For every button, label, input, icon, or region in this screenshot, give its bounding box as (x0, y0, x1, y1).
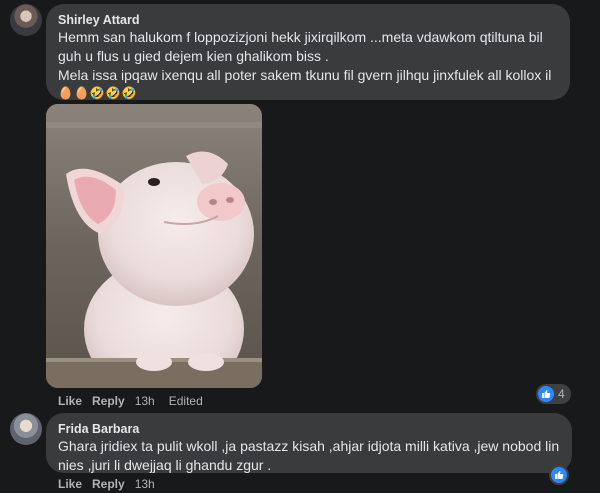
avatar[interactable] (10, 413, 42, 445)
comment-line: Mela issa ipqaw ixenqu all poter sakem t… (58, 67, 552, 83)
reaction-badge[interactable] (549, 465, 569, 485)
edited-label: Edited (168, 394, 203, 408)
like-button[interactable]: Like (58, 394, 82, 408)
like-button[interactable]: Like (58, 477, 82, 491)
thumbs-up-icon (551, 467, 567, 483)
reaction-count[interactable]: 4 (536, 384, 571, 404)
timestamp[interactable]: 13h (135, 477, 155, 491)
comment-actions: Like Reply 13h Edited (58, 394, 213, 408)
comment-line: Hemm san halukom f loppozizjoni hekk jix… (58, 29, 543, 45)
avatar[interactable] (10, 4, 42, 36)
comment-author[interactable]: Frida Barbara (58, 421, 560, 437)
comment-author[interactable]: Shirley Attard (58, 12, 558, 28)
comment-emojis: 🥚🥚🤣🤣🤣 (58, 86, 138, 100)
reply-button[interactable]: Reply (92, 477, 125, 491)
reply-button[interactable]: Reply (92, 394, 125, 408)
pig-photo[interactable] (46, 104, 262, 388)
comment-line: Ghara jridiex ta pulit wkoll ,ja pastazz… (58, 438, 560, 454)
comment-bubble: Frida Barbara Ghara jridiex ta pulit wko… (46, 413, 572, 473)
comment-line: nies ,juri li dwejjaq li ghandu zgur . (58, 457, 272, 473)
reaction-number: 4 (558, 387, 565, 401)
comment-actions: Like Reply 13h (58, 477, 165, 491)
thumbs-up-icon (538, 386, 554, 402)
timestamp[interactable]: 13h (135, 394, 155, 408)
comment-line: guh u flus u gied dejem kien ghalikom bi… (58, 48, 329, 64)
comment-bubble: Shirley Attard Hemm san halukom f loppoz… (46, 4, 570, 100)
